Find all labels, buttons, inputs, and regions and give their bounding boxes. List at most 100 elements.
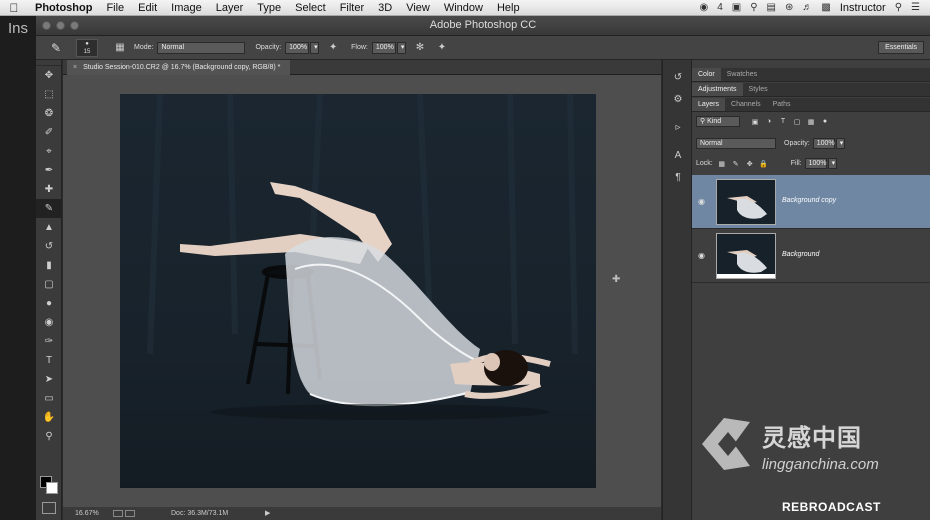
filter-type-icon[interactable]: T	[778, 117, 788, 127]
lock-transparent-icon[interactable]: ▦	[717, 159, 727, 169]
apple-menu-icon[interactable]: 	[0, 1, 28, 15]
clone-stamp-tool-icon[interactable]: ▲	[36, 218, 62, 237]
quick-select-tool-icon[interactable]: ✐	[36, 123, 62, 142]
flow-dropdown-icon[interactable]: ▾	[396, 41, 406, 54]
visibility-eye-icon[interactable]: ◉	[698, 197, 705, 206]
search-status-icon[interactable]: ⚲	[750, 2, 757, 13]
tab-adjustments[interactable]: Adjustments	[692, 83, 743, 96]
opacity-field[interactable]: 100%	[285, 41, 310, 54]
filter-smart-object-icon[interactable]: ▦	[806, 117, 816, 127]
move-tool-icon[interactable]: ✥	[36, 66, 62, 85]
tab-layers[interactable]: Layers	[692, 98, 726, 111]
marquee-tool-icon[interactable]: ⬚	[36, 85, 62, 104]
gradient-tool-icon[interactable]: ▢	[36, 275, 62, 294]
type-tool-icon[interactable]: T	[36, 351, 62, 370]
fill-dropdown-icon[interactable]: ▾	[827, 158, 837, 169]
menu-view[interactable]: View	[399, 0, 437, 16]
layer-thumbnail	[716, 179, 776, 225]
creative-cloud-icon[interactable]: ◉	[699, 2, 708, 13]
pen-tool-icon[interactable]: ✑	[36, 332, 62, 351]
layer-row-background[interactable]: ◉ Background	[692, 229, 930, 283]
document-tab[interactable]: × Studio Session-010.CR2 @ 16.7% (Backgro…	[67, 60, 291, 75]
workspace-switcher[interactable]: Essentials	[878, 41, 924, 54]
dodge-tool-icon[interactable]: ◉	[36, 313, 62, 332]
layer-opacity-field[interactable]: 100%	[812, 138, 835, 149]
display-icon[interactable]: ▩	[821, 2, 830, 13]
pressure-size-icon[interactable]: ✦	[434, 40, 450, 56]
background-color-swatch[interactable]	[46, 482, 58, 494]
screen-icon[interactable]: ▣	[732, 2, 741, 13]
tab-paths[interactable]: Paths	[767, 98, 797, 111]
user-name[interactable]: Instructor	[840, 2, 886, 14]
path-select-tool-icon[interactable]: ➤	[36, 370, 62, 389]
mode-select[interactable]: Normal	[157, 41, 246, 54]
document-canvas-photo[interactable]	[120, 94, 596, 488]
filter-toggle-icon[interactable]: ●	[820, 117, 830, 127]
zoom-level[interactable]: 16.67%	[75, 507, 99, 520]
menu-image[interactable]: Image	[164, 0, 209, 16]
eyedropper-tool-icon[interactable]: ✒	[36, 161, 62, 180]
menu-edit[interactable]: Edit	[131, 0, 164, 16]
flow-field[interactable]: 100%	[371, 41, 396, 54]
brush-panel-icon[interactable]: ▦	[112, 40, 128, 56]
bluetooth-icon[interactable]: ⊛	[785, 2, 793, 13]
tab-styles[interactable]: Styles	[743, 83, 774, 96]
character-panel-icon[interactable]: A	[663, 144, 693, 166]
menu-window[interactable]: Window	[437, 0, 490, 16]
properties-panel-icon[interactable]: ⚙	[663, 88, 693, 110]
watermark-logo-icon	[702, 418, 750, 470]
brush-size-picker[interactable]: ● 15	[76, 38, 98, 57]
volume-icon[interactable]: ♬	[802, 2, 812, 13]
history-brush-tool-icon[interactable]: ↺	[36, 237, 62, 256]
menu-type[interactable]: Type	[250, 0, 288, 16]
pressure-opacity-icon[interactable]: ✦	[325, 40, 341, 56]
menu-help[interactable]: Help	[490, 0, 527, 16]
actions-panel-icon[interactable]: ▹	[663, 116, 693, 138]
layer-filter-kind[interactable]: ⚲ Kind	[696, 116, 740, 127]
crop-tool-icon[interactable]: ⌖	[36, 142, 62, 161]
menu-3d[interactable]: 3D	[371, 0, 399, 16]
tab-color[interactable]: Color	[692, 68, 721, 81]
filter-pixel-icon[interactable]: ▣	[750, 117, 760, 127]
tab-channels[interactable]: Channels	[725, 98, 767, 111]
lock-all-icon[interactable]: 🔒	[759, 159, 769, 169]
lasso-tool-icon[interactable]: ❂	[36, 104, 62, 123]
status-menu-arrow-icon[interactable]: ▶	[265, 507, 270, 520]
brush-tool-icon[interactable]: ✎	[36, 199, 62, 218]
blur-tool-icon[interactable]: ●	[36, 294, 62, 313]
history-panel-icon[interactable]: ↺	[663, 66, 693, 88]
healing-brush-tool-icon[interactable]: ✚	[36, 180, 62, 199]
filter-adjustment-icon[interactable]: ◑	[764, 117, 774, 127]
opacity-dropdown-icon[interactable]: ▾	[310, 41, 320, 54]
tab-swatches[interactable]: Swatches	[721, 68, 763, 81]
eraser-tool-icon[interactable]: ▮	[36, 256, 62, 275]
layer-opacity-dropdown-icon[interactable]: ▾	[835, 138, 845, 149]
blend-mode-select[interactable]: Normal	[696, 138, 776, 149]
menu-layer[interactable]: Layer	[209, 0, 251, 16]
menu-filter[interactable]: Filter	[333, 0, 371, 16]
paragraph-panel-icon[interactable]: ¶	[663, 166, 693, 188]
camera-icon[interactable]: ▤	[767, 2, 776, 13]
filter-shape-icon[interactable]: ▢	[792, 117, 802, 127]
lock-image-icon[interactable]: ✎	[731, 159, 741, 169]
status-thumb-icon	[113, 510, 123, 517]
rectangle-tool-icon[interactable]: ▭	[36, 389, 62, 408]
zoom-tool-icon[interactable]: ⚲	[36, 427, 62, 446]
layer-thumbnail	[716, 233, 776, 279]
quick-mask-icon[interactable]	[42, 502, 56, 514]
visibility-eye-icon[interactable]: ◉	[698, 251, 705, 260]
close-tab-icon[interactable]: ×	[73, 64, 77, 71]
rebroadcast-label: REBROADCAST	[782, 500, 881, 514]
fill-field[interactable]: 100%	[804, 158, 827, 169]
lock-position-icon[interactable]: ✥	[745, 159, 755, 169]
hand-tool-icon[interactable]: ✋	[36, 408, 62, 427]
menu-file[interactable]: File	[99, 0, 131, 16]
menu-select[interactable]: Select	[288, 0, 333, 16]
canvas-pasteboard[interactable]: ✚	[63, 75, 661, 507]
brush-tool-preset-icon[interactable]: ✎	[36, 38, 76, 58]
spotlight-icon[interactable]: ⚲	[895, 2, 902, 13]
menu-app-photoshop[interactable]: Photoshop	[28, 0, 99, 16]
layer-row-background-copy[interactable]: ◉ Background copy	[692, 175, 930, 229]
airbrush-icon[interactable]: ✻	[412, 40, 428, 56]
list-icon[interactable]: ☰	[911, 2, 920, 13]
